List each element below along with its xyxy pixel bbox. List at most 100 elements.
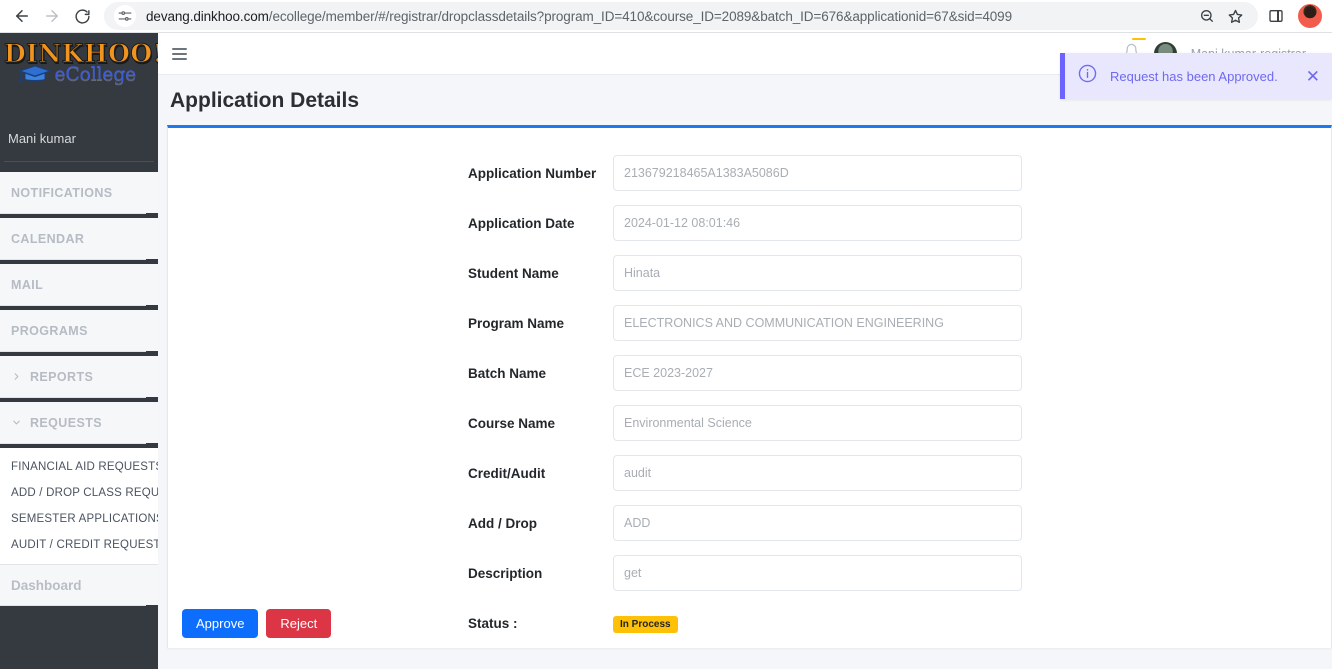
field-label: Add / Drop xyxy=(468,515,537,531)
reject-button[interactable]: Reject xyxy=(266,609,332,638)
brand-block[interactable]: DINKHOO! eCollege xyxy=(0,33,159,123)
chevron-right-icon xyxy=(11,371,22,382)
field-label: Program Name xyxy=(468,315,565,331)
url-path: /ecollege/member/#/registrar/dropclassde… xyxy=(268,8,1012,24)
field-label: Application Date xyxy=(468,215,575,231)
field-label: Application Number xyxy=(468,165,597,181)
sidebar-item-calendar[interactable]: CALENDAR xyxy=(0,218,158,263)
application-form: Application Number 213679218465A1383A508… xyxy=(168,128,1331,648)
info-circle-icon xyxy=(1077,63,1098,89)
reload-button[interactable] xyxy=(68,2,96,30)
description-input[interactable]: get xyxy=(613,555,1022,591)
application-date-input[interactable]: 2024-01-12 08:01:46 xyxy=(613,205,1022,241)
toast-message: Request has been Approved. xyxy=(1110,68,1278,84)
reload-icon xyxy=(74,8,90,24)
sidebar-item-label: CALENDAR xyxy=(11,231,85,246)
sidebar-subitem-label: ADD / DROP CLASS REQUEST xyxy=(11,487,158,499)
sidebar-item-label: NOTIFICATIONS xyxy=(11,185,113,200)
sidebar-user-name: Mani kumar xyxy=(8,131,76,146)
form-row-program-name: Program Name ELECTRONICS AND COMMUNICATI… xyxy=(168,298,1331,348)
form-row-application-number: Application Number 213679218465A1383A508… xyxy=(168,148,1331,198)
tune-icon xyxy=(118,11,132,21)
application-details-card: Application Number 213679218465A1383A508… xyxy=(167,125,1332,648)
sidebar-subitem-label: FINANCIAL AID REQUESTS xyxy=(11,461,158,473)
arrow-left-icon xyxy=(16,10,28,22)
batch-name-input[interactable]: ECE 2023-2027 xyxy=(613,355,1022,391)
profile-avatar[interactable] xyxy=(1298,4,1322,28)
sidebar-subitem-label: SEMESTER APPLICATIONS xyxy=(11,513,158,525)
form-row-course-name: Course Name Environmental Science xyxy=(168,398,1331,448)
sidebar-subitem-financial-aid-requests[interactable]: FINANCIAL AID REQUESTS xyxy=(0,454,158,480)
form-row-add-drop: Add / Drop ADD xyxy=(168,498,1331,548)
sidebar-item-requests[interactable]: REQUESTS xyxy=(0,402,158,447)
sidebar-item-label: Dashboard xyxy=(11,577,82,593)
main-content: Mani kumar-registrar Request has been Ap… xyxy=(158,33,1332,669)
url-text: devang.dinkhoo.com/ecollege/member/#/reg… xyxy=(136,9,1194,24)
sidebar-divider xyxy=(4,161,154,162)
sidebar-item-notifications[interactable]: NOTIFICATIONS xyxy=(0,172,158,217)
sidebar-menu: NOTIFICATIONS CALENDAR MAIL PROGRAMS REP… xyxy=(0,172,158,609)
browser-toolbar: devang.dinkhoo.com/ecollege/member/#/reg… xyxy=(0,0,1332,33)
zoom-out-icon xyxy=(1201,10,1213,22)
address-bar[interactable]: devang.dinkhoo.com/ecollege/member/#/reg… xyxy=(104,2,1258,30)
graduation-cap-icon xyxy=(18,65,52,83)
field-label: Course Name xyxy=(468,415,556,431)
sidebar-subitem-semester-applications[interactable]: SEMESTER APPLICATIONS xyxy=(0,506,158,532)
hamburger-icon[interactable] xyxy=(172,43,194,65)
sidebar-item-programs[interactable]: PROGRAMS xyxy=(0,310,158,355)
chevron-down-icon xyxy=(11,417,22,428)
field-label: Description xyxy=(468,565,543,581)
status-label: Status : xyxy=(468,615,518,631)
form-row-batch-name: Batch Name ECE 2023-2027 xyxy=(168,348,1331,398)
student-name-input[interactable]: Hinata xyxy=(613,255,1022,291)
sidebar-item-label: REPORTS xyxy=(30,369,94,384)
back-button[interactable] xyxy=(8,2,36,30)
sidebar-item-label: MAIL xyxy=(11,277,44,292)
sidebar-subitem-add-drop-class-request[interactable]: ADD / DROP CLASS REQUEST xyxy=(0,480,158,506)
arrow-right-icon xyxy=(46,10,58,22)
sidebar-submenu-requests: FINANCIAL AID REQUESTS ADD / DROP CLASS … xyxy=(0,448,158,564)
star-icon xyxy=(1228,9,1242,23)
form-row-student-name: Student Name Hinata xyxy=(168,248,1331,298)
brand-ecollege-text: eCollege xyxy=(54,63,136,85)
url-host: devang.dinkhoo.com xyxy=(146,8,269,24)
card-actions: Approve Reject xyxy=(182,609,332,638)
form-row-credit-audit: Credit/Audit audit xyxy=(168,448,1331,498)
course-name-input[interactable]: Environmental Science xyxy=(613,405,1022,441)
zoom-out-button[interactable] xyxy=(1194,3,1220,29)
side-panel-button[interactable] xyxy=(1262,2,1290,30)
omnibox-actions xyxy=(1194,3,1254,29)
program-name-input[interactable]: ELECTRONICS AND COMMUNICATION ENGINEERIN… xyxy=(613,305,1022,341)
page-body: DINKHOO! eCollege Mani kumar NOTIFICATIO… xyxy=(0,33,1332,669)
sidebar-item-label: PROGRAMS xyxy=(11,323,88,338)
brand-subtitle: eCollege xyxy=(4,63,154,85)
sidebar-item-mail[interactable]: MAIL xyxy=(0,264,158,309)
top-bar: Mani kumar-registrar Request has been Ap… xyxy=(158,33,1332,99)
field-label: Student Name xyxy=(468,265,559,281)
field-label: Batch Name xyxy=(468,365,547,381)
add-drop-input[interactable]: ADD xyxy=(613,505,1022,541)
sidebar-item-label: REQUESTS xyxy=(30,415,102,430)
close-icon[interactable]: ✕ xyxy=(1304,68,1322,85)
status-badge: In Process xyxy=(613,615,678,633)
toast-notification: Request has been Approved. ✕ xyxy=(1060,53,1332,99)
form-row-description: Description get xyxy=(168,548,1331,598)
notification-badge xyxy=(1131,37,1146,40)
site-settings-icon[interactable] xyxy=(114,5,136,27)
bookmark-button[interactable] xyxy=(1222,3,1248,29)
sidebar-subitem-audit-credit-request[interactable]: AUDIT / CREDIT REQUEST xyxy=(0,532,158,558)
sidebar-item-dashboard[interactable]: Dashboard xyxy=(0,564,158,609)
field-label: Credit/Audit xyxy=(468,465,546,481)
application-number-input[interactable]: 213679218465A1383A5086D xyxy=(613,155,1022,191)
sidebar: DINKHOO! eCollege Mani kumar NOTIFICATIO… xyxy=(0,33,158,669)
status-badge-wrap: In Process xyxy=(613,614,678,633)
side-panel-icon xyxy=(1269,10,1283,22)
form-row-status: Status : In Process xyxy=(168,598,1331,648)
approve-button[interactable]: Approve xyxy=(182,609,259,638)
browser-right-actions xyxy=(1262,2,1324,30)
credit-audit-input[interactable]: audit xyxy=(613,455,1022,491)
forward-button[interactable] xyxy=(38,2,66,30)
sidebar-subitem-label: AUDIT / CREDIT REQUEST xyxy=(11,539,158,551)
sidebar-item-reports[interactable]: REPORTS xyxy=(0,356,158,401)
form-row-application-date: Application Date 2024-01-12 08:01:46 xyxy=(168,198,1331,248)
